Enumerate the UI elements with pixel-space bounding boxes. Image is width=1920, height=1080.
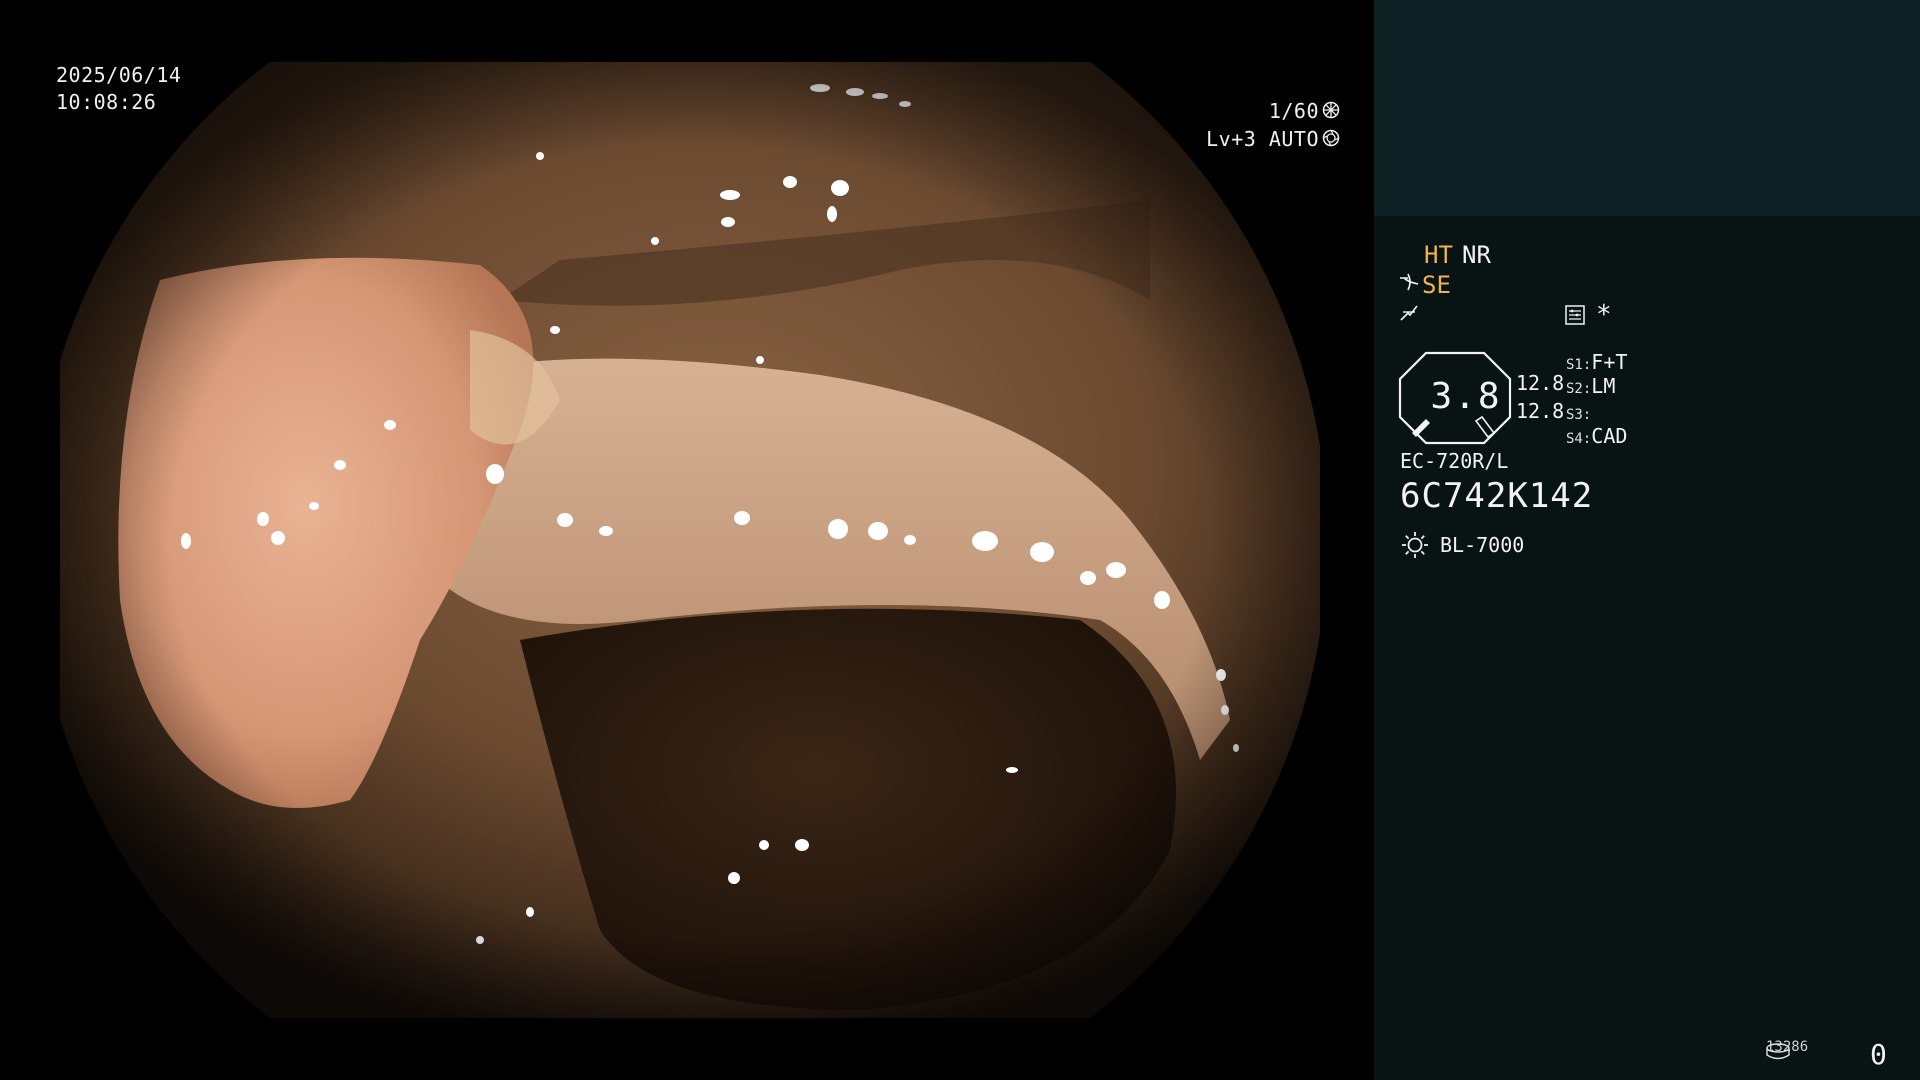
menu-icon bbox=[1564, 304, 1586, 333]
switch-slot-3: S3: bbox=[1566, 400, 1591, 424]
slot-key: S3: bbox=[1566, 407, 1592, 423]
scope-model: EC-720R/L bbox=[1400, 449, 1509, 473]
slot-value: F+T bbox=[1591, 350, 1628, 374]
endoscope-video-area: 2025/06/14 10:08:26 1/60 Lv+3 AUTO bbox=[0, 0, 1372, 1080]
date-text: 2025/06/14 bbox=[56, 63, 182, 87]
slot-key: S1: bbox=[1566, 357, 1592, 373]
status-panel: HT NR SE * 3.8 12.8 12.8 S1:F+T S2:LM S3… bbox=[1374, 216, 1920, 1080]
endoscope-image bbox=[60, 62, 1320, 1018]
shutter-icon bbox=[1322, 99, 1340, 126]
switch-slot-4: S4:CAD bbox=[1566, 424, 1627, 448]
light-source-model: BL-7000 bbox=[1440, 533, 1525, 557]
gauge-value: 3.8 bbox=[1430, 376, 1502, 417]
switch-slot-2: S2:LM bbox=[1566, 374, 1615, 398]
slot-value: CAD bbox=[1591, 424, 1628, 448]
sun-icon bbox=[1400, 530, 1430, 567]
slot-key: S2: bbox=[1566, 381, 1592, 397]
iris-icon bbox=[1322, 127, 1340, 154]
switch-slot-1: S1:F+T bbox=[1566, 350, 1627, 374]
scope-serial: 6C742K142 bbox=[1400, 476, 1594, 516]
shutter-speed-text: 1/60 bbox=[1268, 99, 1319, 123]
nr-indicator: NR bbox=[1462, 241, 1491, 269]
star-indicator: * bbox=[1596, 300, 1612, 330]
corner-counter: 0 bbox=[1870, 1038, 1887, 1071]
storage-icon bbox=[1764, 1042, 1792, 1069]
time-text: 10:08:26 bbox=[56, 90, 157, 114]
se-indicator: SE bbox=[1422, 271, 1451, 299]
setting-value-2: 12.8 bbox=[1516, 399, 1565, 423]
exposure-overlay: 1/60 Lv+3 AUTO bbox=[1206, 98, 1340, 154]
panel-header-area bbox=[1374, 0, 1920, 216]
edge-icon bbox=[1398, 302, 1420, 331]
slot-value: LM bbox=[1591, 374, 1616, 398]
brightness-level-text: Lv+3 AUTO bbox=[1206, 127, 1319, 151]
ht-indicator: HT bbox=[1424, 241, 1453, 269]
slot-key: S4: bbox=[1566, 431, 1592, 447]
date-time-overlay: 2025/06/14 10:08:26 bbox=[56, 62, 181, 116]
setting-value-1: 12.8 bbox=[1516, 371, 1565, 395]
se-wave-icon bbox=[1398, 272, 1420, 299]
